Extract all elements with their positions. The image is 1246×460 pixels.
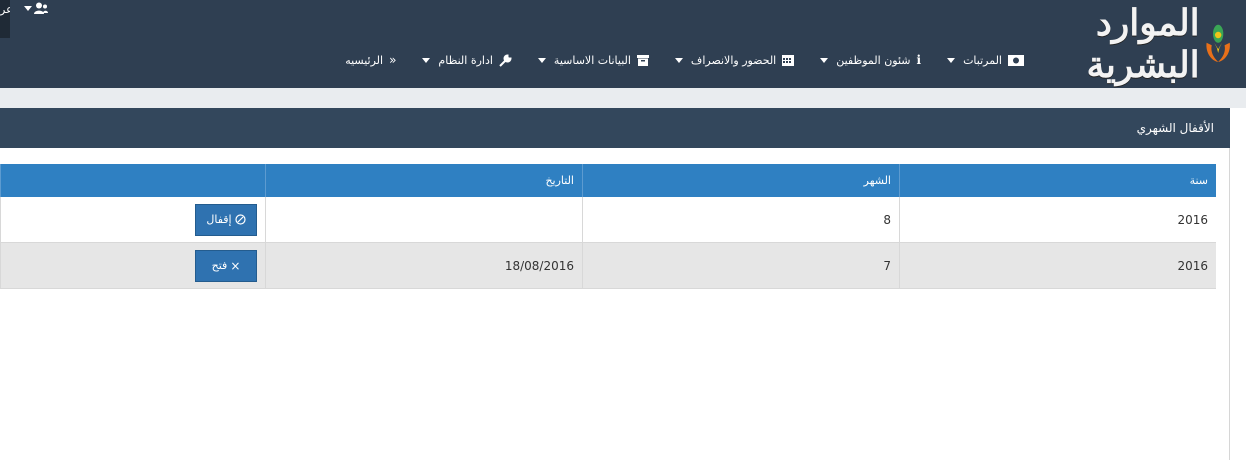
user-menu-button[interactable] [24, 2, 48, 14]
cell-year: 2016 [899, 242, 1216, 289]
nav-system-admin-label: ادارة النظام [438, 53, 493, 67]
panel-header: الأقفال الشهري [0, 108, 1230, 148]
info-icon: i [916, 53, 922, 67]
cell-date: 18/08/2016 [265, 242, 583, 289]
cell-month: 8 [582, 197, 900, 243]
chevron-down-icon [537, 57, 546, 63]
open-month-label: فتح [211, 259, 228, 272]
archive-icon [636, 54, 649, 66]
logo-text: الموارد البشرية [1086, 2, 1201, 86]
chevron-down-icon [422, 57, 431, 63]
nav-employee-affairs-label: شئون الموظفين [836, 53, 911, 67]
action-wrap: × فتح [9, 249, 257, 282]
cell-date [265, 197, 583, 243]
nav-basic-data-label: البيانات الاساسية [553, 53, 631, 67]
money-icon [1008, 54, 1024, 66]
user-icon [34, 2, 48, 14]
close-month-label: إقفال [206, 213, 232, 226]
double-chevron-icon: « [389, 53, 397, 67]
open-month-button[interactable]: × فتح [195, 249, 257, 282]
chevron-down-icon [820, 57, 829, 63]
column-header-month: الشهر [582, 164, 900, 197]
nav-system-admin[interactable]: ادارة النظام [422, 54, 512, 67]
nav-home-label: الرئيسيه [345, 53, 384, 67]
action-wrap: إقفال [9, 203, 257, 236]
calendar-icon [782, 54, 795, 66]
breadcrumb-strip [0, 88, 1246, 108]
page-title: الأقفال الشهري [1136, 121, 1214, 135]
chevron-down-icon [947, 57, 956, 63]
column-header-date: التاريخ [265, 164, 583, 197]
table-row: 2016 7 18/08/2016 × فتح [0, 242, 1216, 289]
nav-attendance[interactable]: الحضور والانصراف [674, 53, 795, 67]
nav-home[interactable]: « الرئيسيه [345, 53, 396, 67]
nav-basic-data[interactable]: البيانات الاساسية [537, 53, 649, 67]
lock-icon [235, 214, 246, 225]
user-area: عر [0, 0, 48, 38]
table-row: 2016 8 إقفال [0, 197, 1216, 243]
cell-month: 7 [582, 242, 900, 289]
cell-action: × فتح [0, 242, 266, 289]
hands-leaf-icon [1206, 24, 1230, 63]
column-header-year: سنة [899, 164, 1216, 197]
language-tab[interactable]: عر [0, 0, 10, 38]
chevron-down-icon [674, 57, 683, 63]
top-navbar: عر الموارد البشرية « الرئيسيه ادارة النظ… [0, 0, 1246, 88]
nav-salaries[interactable]: المرتبات [947, 54, 1024, 67]
cell-year: 2016 [899, 197, 1216, 243]
main-nav: « الرئيسيه ادارة النظام البيانات الاساسي… [345, 50, 1024, 70]
wrench-icon [499, 53, 512, 67]
chevron-down-icon [24, 5, 32, 11]
app-logo[interactable]: الموارد البشرية [1052, 2, 1232, 86]
table-header-row: سنة الشهر التاريخ [0, 164, 1216, 197]
close-month-button[interactable]: إقفال [195, 203, 257, 236]
language-label: عر [0, 3, 10, 16]
close-icon: × [230, 258, 241, 273]
monthly-closing-table: سنة الشهر التاريخ 2016 8 إقفال 2016 7 18… [0, 164, 1216, 289]
nav-attendance-label: الحضور والانصراف [690, 53, 777, 67]
nav-salaries-label: المرتبات [963, 53, 1002, 67]
column-header-actions [0, 164, 266, 197]
nav-employee-affairs[interactable]: i شئون الموظفين [820, 53, 921, 67]
cell-action: إقفال [0, 197, 266, 243]
